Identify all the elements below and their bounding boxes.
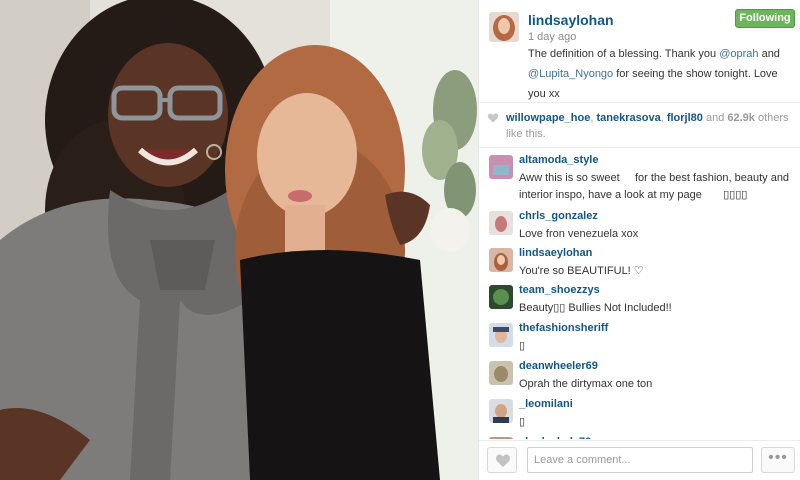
commenter-username[interactable]: chrls_gonzalez	[519, 210, 598, 222]
avatar-image	[489, 399, 513, 423]
comment-item: chrls_gonzalez Love fron venezuela xox	[479, 205, 800, 243]
comment-text: Love fron venezuela xox	[519, 228, 639, 240]
comment-input[interactable]	[527, 447, 753, 473]
post-viewer: lindsaylohan Following 1 day ago The def…	[0, 0, 800, 480]
comment-text: ▯	[519, 416, 526, 428]
author-avatar[interactable]	[489, 12, 519, 42]
avatar-image	[489, 437, 513, 439]
post-timestamp: 1 day ago	[528, 31, 577, 43]
commenter-avatar[interactable]	[489, 437, 513, 439]
comment-item: deanwheeler69 Oprah the dirtymax one ton	[479, 355, 800, 393]
commenter-username[interactable]: shady_lady76	[519, 436, 591, 439]
like-button[interactable]	[487, 447, 517, 473]
comment-item: lindsaeylohan You're so BEAUTIFUL! ♡	[479, 242, 800, 280]
commenter-avatar[interactable]	[489, 285, 513, 309]
comment-item: altamoda_style Aww this is so sweet for …	[479, 149, 800, 201]
liker-link[interactable]: willowpape_hoe	[506, 112, 590, 124]
post-header: lindsaylohan Following 1 day ago The def…	[479, 0, 800, 103]
mention-lupita-link[interactable]: @Lupita_Nyongo	[528, 68, 613, 80]
commenter-avatar[interactable]	[489, 211, 513, 235]
more-options-button[interactable]: •••	[761, 447, 795, 473]
post-sidebar: lindsaylohan Following 1 day ago The def…	[478, 0, 800, 480]
commenter-username[interactable]: thefashionsheriff	[519, 322, 608, 334]
likes-and: and	[702, 112, 728, 124]
following-button[interactable]: Following	[735, 9, 795, 28]
commenter-avatar[interactable]	[489, 361, 513, 385]
commenter-username[interactable]: deanwheeler69	[519, 360, 598, 372]
caption-text: and	[758, 48, 780, 60]
post-photo[interactable]	[0, 0, 478, 480]
comment-bar: •••	[479, 440, 800, 480]
comment-text: You're so BEAUTIFUL! ♡	[519, 265, 644, 277]
commenter-avatar[interactable]	[489, 248, 513, 272]
commenter-avatar[interactable]	[489, 155, 513, 179]
comment-text: Aww this is so sweet for the best fashio…	[519, 172, 790, 201]
commenter-username[interactable]: _leomilani	[519, 398, 573, 410]
liker-link[interactable]: tanekrasova	[596, 112, 660, 124]
post-caption: The definition of a blessing. Thank you …	[528, 44, 793, 104]
comment-text: ▯	[519, 340, 526, 352]
avatar-image	[489, 361, 513, 385]
comment-text: Beauty▯▯ Bullies Not Included!!	[519, 302, 672, 314]
avatar-image	[489, 248, 513, 272]
avatar-image	[489, 12, 519, 42]
likes-count[interactable]: 62.9k	[727, 112, 755, 124]
commenter-username[interactable]: lindsaeylohan	[519, 247, 592, 259]
commenter-avatar[interactable]	[489, 323, 513, 347]
author-username[interactable]: lindsaylohan	[528, 12, 614, 28]
mention-oprah-link[interactable]: @oprah	[719, 48, 758, 60]
commenter-username[interactable]: altamoda_style	[519, 154, 598, 166]
comment-item: team_shoezzys Beauty▯▯ Bullies Not Inclu…	[479, 279, 800, 317]
comment-text: Oprah the dirtymax one ton	[519, 378, 653, 390]
heart-icon	[496, 454, 510, 468]
comment-item: shady_lady76	[479, 431, 800, 439]
caption-text: The definition of a blessing. Thank you	[528, 48, 720, 60]
avatar-image	[489, 211, 513, 235]
avatar-image	[489, 155, 513, 179]
commenter-avatar[interactable]	[489, 399, 513, 423]
commenter-username[interactable]: team_shoezzys	[519, 284, 600, 296]
avatar-image	[489, 285, 513, 309]
photo-illustration	[0, 0, 478, 480]
comment-item: thefashionsheriff ▯	[479, 317, 800, 355]
likes-text: willowpape_hoe, tanekrasova, florjl80 an…	[506, 110, 794, 142]
comment-item: _leomilani ▯	[479, 393, 800, 431]
liker-link[interactable]: florjl80	[667, 112, 703, 124]
avatar-image	[489, 323, 513, 347]
ellipsis-icon: •••	[768, 449, 788, 466]
likes-summary: willowpape_hoe, tanekrasova, florjl80 an…	[479, 104, 800, 148]
heart-icon	[487, 113, 499, 123]
comments-list[interactable]: altamoda_style Aww this is so sweet for …	[479, 149, 800, 439]
